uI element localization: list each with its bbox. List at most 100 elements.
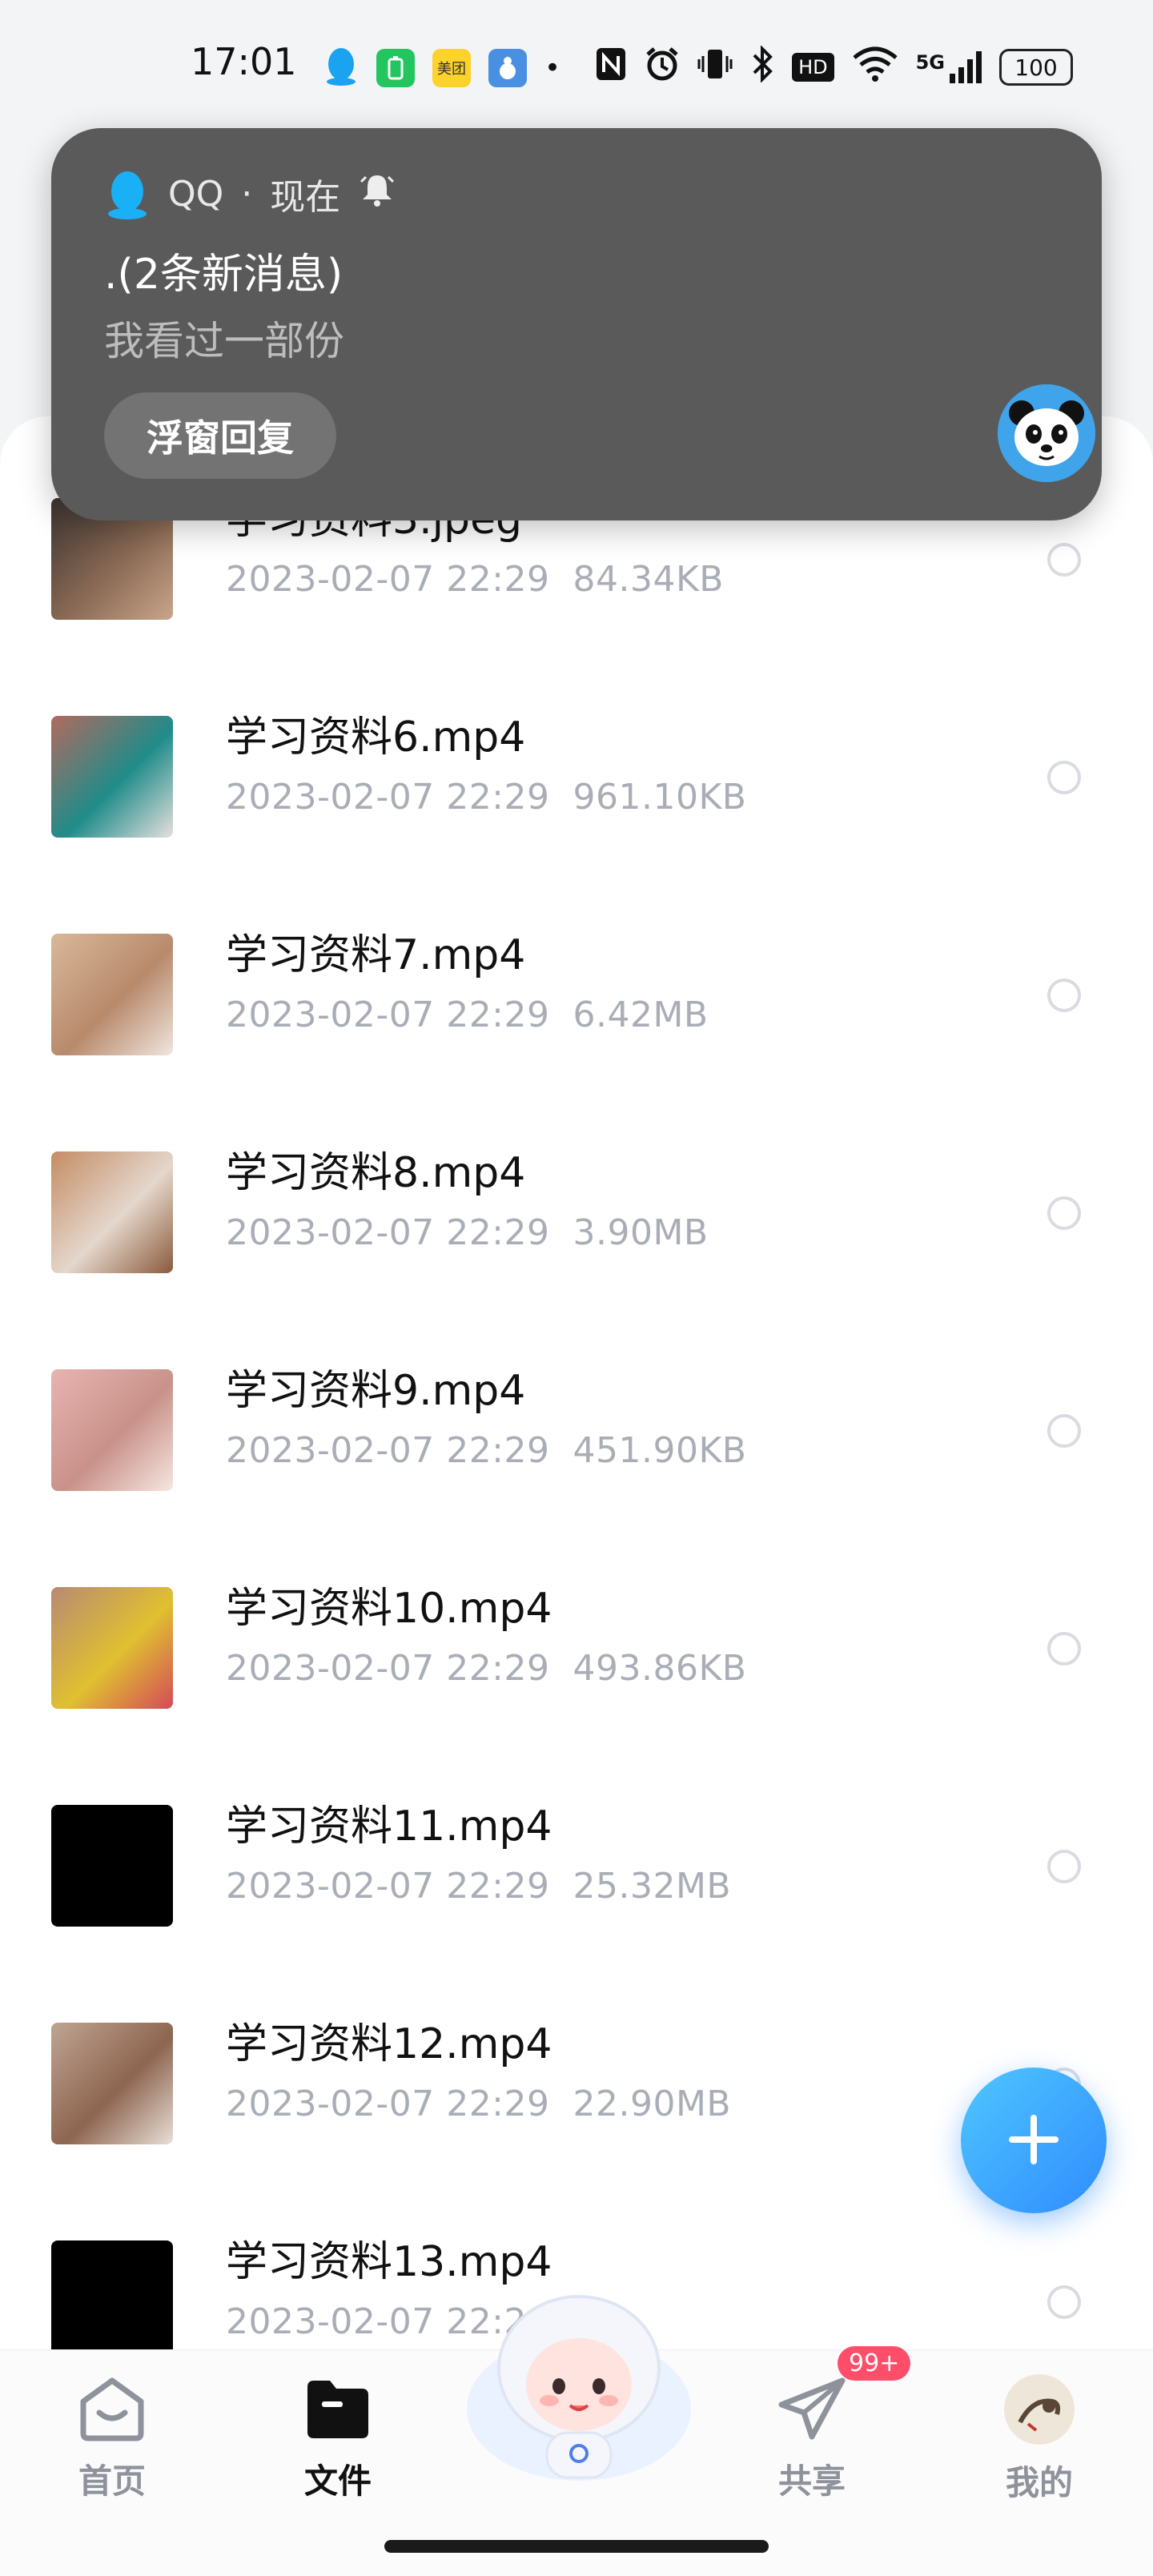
home-indicator[interactable] xyxy=(384,2540,769,2553)
home-icon xyxy=(75,2374,149,2446)
meituan-icon: 美团 xyxy=(432,49,471,87)
file-thumbnail xyxy=(51,1369,173,1491)
file-name: 学习资料6.mp4 xyxy=(226,713,526,762)
paper-plane-icon xyxy=(775,2374,849,2446)
status-system-icons: HD 5G 100 xyxy=(595,38,1073,96)
status-time: 17:01 xyxy=(191,40,297,83)
battery-indicator: 100 xyxy=(999,49,1073,86)
file-meta: 2023-02-07 22:29 25.32MB xyxy=(226,1866,731,1907)
file-date: 2023-02-07 22:29 xyxy=(226,777,550,818)
alarm-icon xyxy=(645,46,680,89)
file-meta: 2023-02-07 22:29 3.90MB xyxy=(226,1212,709,1253)
nav-files[interactable]: 文件 xyxy=(266,2374,410,2518)
file-row[interactable]: 学习资料11.mp4 2023-02-07 22:29 25.32MB xyxy=(0,1757,1153,1975)
file-thumbnail xyxy=(51,2240,173,2362)
file-name: 学习资料12.mp4 xyxy=(226,2020,552,2068)
network-type-label: 5G xyxy=(915,51,945,74)
plus-icon xyxy=(1006,2112,1062,2170)
add-file-button[interactable] xyxy=(961,2068,1107,2213)
battery-app-icon xyxy=(376,49,415,87)
file-size: 3.90MB xyxy=(572,1212,709,1253)
file-thumbnail xyxy=(51,716,173,838)
hd-icon: HD xyxy=(792,53,834,82)
more-dot-icon: • xyxy=(544,52,561,84)
select-radio[interactable] xyxy=(1047,543,1081,577)
user-avatar xyxy=(1004,2374,1075,2448)
notification-title: .(2条新消息) xyxy=(104,251,343,299)
sender-avatar[interactable] xyxy=(998,384,1095,482)
share-count-badge: 99+ xyxy=(838,2346,911,2381)
bell-icon xyxy=(358,171,396,218)
file-date: 2023-02-07 22:29 xyxy=(226,1866,550,1907)
qq-notification-banner[interactable]: QQ · 现在 .(2条新消息) 我看过一部份 浮窗回复 xyxy=(51,128,1102,520)
file-meta: 2023-02-07 22:29 6.42MB xyxy=(226,995,709,1035)
file-row[interactable]: 学习资料7.mp4 2023-02-07 22:29 6.42MB xyxy=(0,886,1153,1103)
file-name: 学习资料7.mp4 xyxy=(226,931,526,979)
file-thumbnail xyxy=(51,1805,173,1927)
nav-mine[interactable]: 我的 xyxy=(967,2374,1111,2518)
notification-separator: · xyxy=(241,173,253,215)
file-date: 2023-02-07 22:29 xyxy=(226,1648,550,1689)
file-date: 2023-02-07 22:29 xyxy=(226,995,550,1035)
folder-icon xyxy=(301,2374,375,2446)
nav-share-label: 共享 xyxy=(777,2461,846,2501)
file-meta: 2023-02-07 22:29 961.10KB xyxy=(226,777,746,818)
file-date: 2023-02-07 22:29 xyxy=(226,1212,550,1253)
file-size: 961.10KB xyxy=(572,777,747,818)
file-name: 学习资料10.mp4 xyxy=(226,1585,552,1633)
floating-reply-button[interactable]: 浮窗回复 xyxy=(104,392,336,479)
select-radio[interactable] xyxy=(1047,1414,1081,1448)
notification-time: 现在 xyxy=(270,177,341,218)
file-row[interactable]: 学习资料10.mp4 2023-02-07 22:29 493.86KB xyxy=(0,1539,1153,1757)
status-app-icons: 美团 • xyxy=(323,40,560,96)
file-name: 学习资料9.mp4 xyxy=(226,1367,526,1415)
notification-app-name: QQ xyxy=(168,173,224,215)
status-bar: 17:01 美团 • HD 5G 100 xyxy=(0,0,1153,128)
file-date: 2023-02-07 22:29 xyxy=(226,559,550,600)
app-notification-icon xyxy=(488,49,527,87)
notification-message: 我看过一部份 xyxy=(104,318,344,364)
select-radio[interactable] xyxy=(1047,979,1081,1012)
nfc-icon xyxy=(595,46,627,89)
file-thumbnail xyxy=(51,934,173,1055)
select-radio[interactable] xyxy=(1047,1196,1081,1230)
select-radio[interactable] xyxy=(1047,1850,1081,1883)
file-size: 25.32MB xyxy=(572,1866,732,1907)
file-size: 6.42MB xyxy=(572,995,709,1035)
file-thumbnail xyxy=(51,1151,173,1273)
file-date: 2023-02-07 22:29 xyxy=(226,2084,550,2124)
wifi-icon xyxy=(852,46,898,89)
select-radio[interactable] xyxy=(1047,2285,1081,2319)
file-row[interactable]: 学习资料6.mp4 2023-02-07 22:29 961.10KB xyxy=(0,668,1153,886)
nav-mine-label: 我的 xyxy=(1005,2463,1073,2502)
file-name: 学习资料11.mp4 xyxy=(226,1802,552,1851)
file-thumbnail xyxy=(51,1587,173,1709)
nav-files-label: 文件 xyxy=(303,2461,372,2501)
nav-home[interactable]: 首页 xyxy=(40,2374,184,2518)
file-size: 22.90MB xyxy=(572,2084,732,2124)
mascot-assistant-button[interactable] xyxy=(463,2289,695,2481)
file-row[interactable]: 学习资料9.mp4 2023-02-07 22:29 451.90KB xyxy=(0,1321,1153,1539)
file-size: 493.86KB xyxy=(572,1648,747,1689)
file-meta: 2023-02-07 22:29 84.34KB xyxy=(226,559,724,600)
file-thumbnail xyxy=(51,2023,173,2144)
file-meta: 2023-02-07 22:29 451.90KB xyxy=(226,1430,746,1471)
select-radio[interactable] xyxy=(1047,1632,1081,1666)
file-meta: 2023-02-07 22:29 493.86KB xyxy=(226,1648,746,1689)
file-meta: 2023-02-07 22:29 22.90MB xyxy=(226,2084,731,2124)
notification-header: QQ · 现在 xyxy=(104,168,396,219)
signal-5g-icon: 5G xyxy=(916,51,982,83)
file-size: 451.90KB xyxy=(572,1430,747,1471)
file-name: 学习资料13.mp4 xyxy=(226,2238,552,2286)
nav-share[interactable]: 共享 xyxy=(740,2374,884,2518)
file-name: 学习资料8.mp4 xyxy=(226,1149,526,1197)
file-size: 84.34KB xyxy=(572,559,724,600)
file-row[interactable]: 学习资料8.mp4 2023-02-07 22:29 3.90MB xyxy=(0,1103,1153,1321)
file-date: 2023-02-07 22:29 xyxy=(226,1430,550,1471)
qq-logo-icon xyxy=(104,169,151,219)
bluetooth-icon xyxy=(750,44,774,90)
select-radio[interactable] xyxy=(1047,761,1081,794)
vibrate-icon xyxy=(697,46,733,89)
qq-notification-icon xyxy=(323,46,359,90)
nav-home-label: 首页 xyxy=(78,2461,146,2501)
